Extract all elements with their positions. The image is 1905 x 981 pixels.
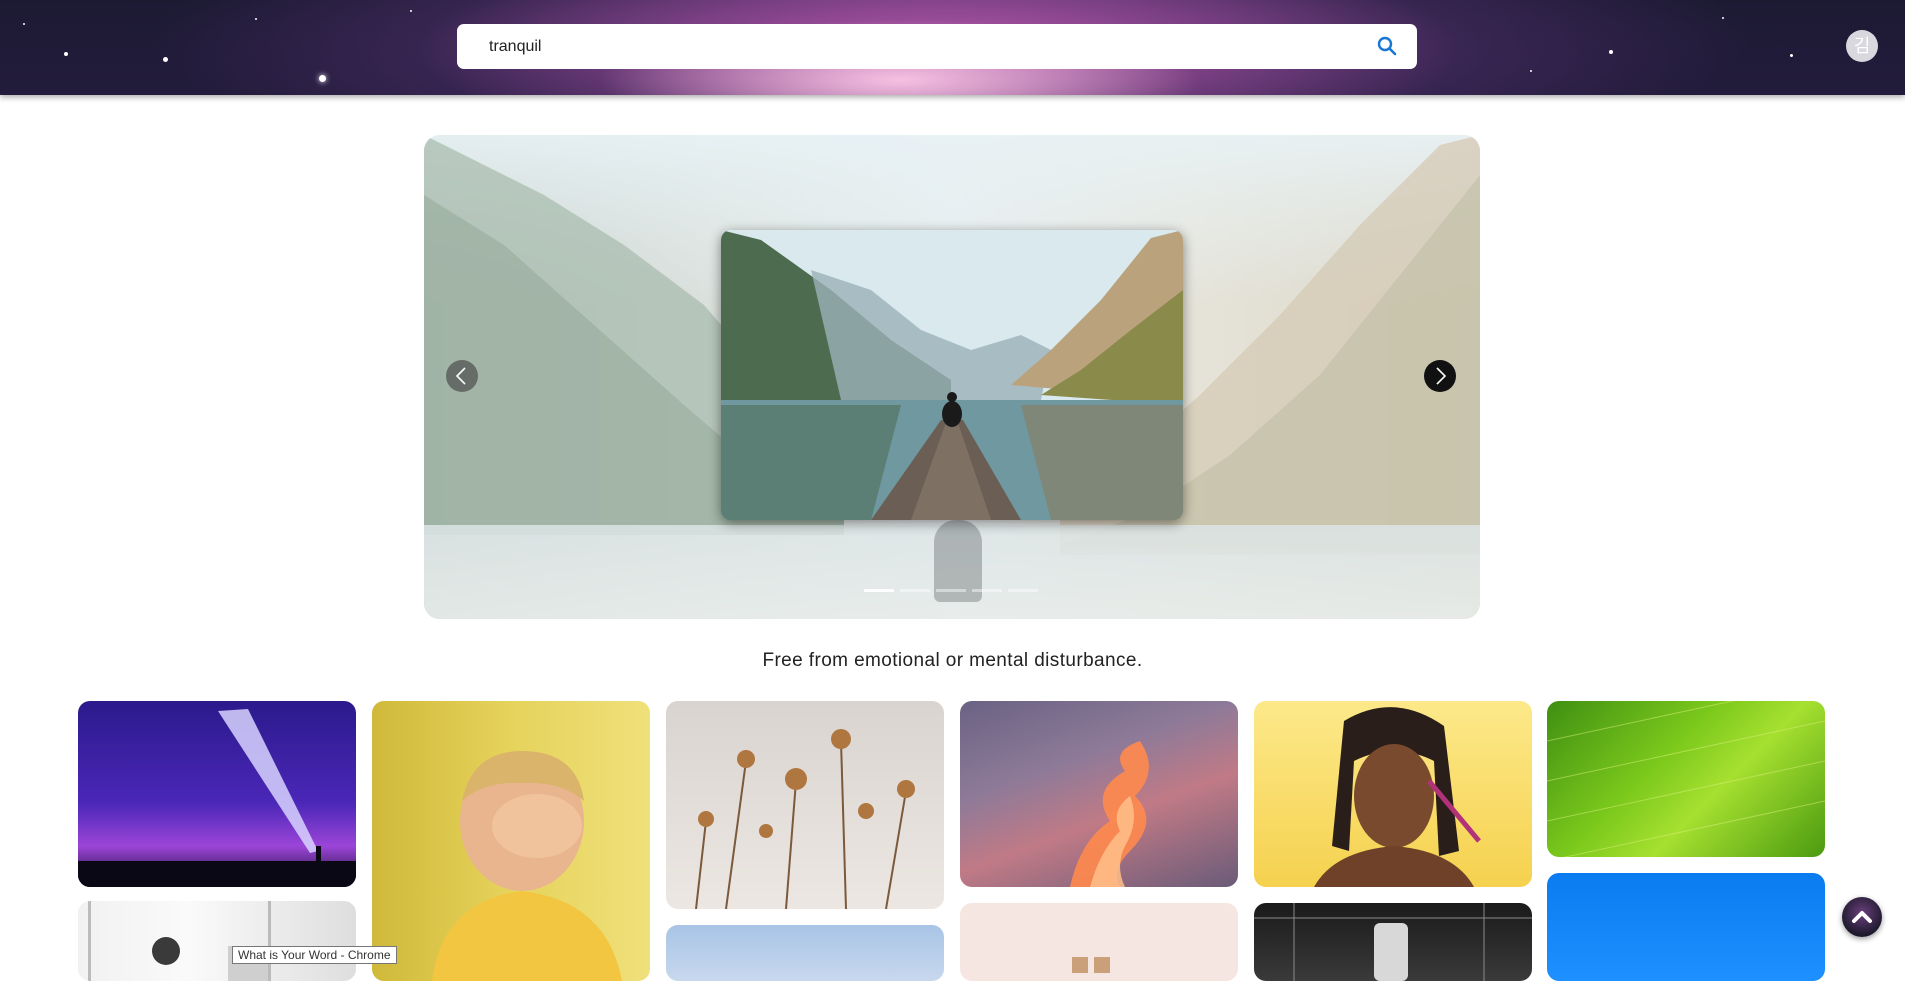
gallery-image-dried-flowers[interactable] [666,701,944,909]
word-definition: Free from emotional or mental disturbanc… [762,650,1143,671]
gallery-image-comet-night-sky[interactable] [78,701,356,887]
carousel-slide-lake-dock[interactable] [721,230,1183,520]
gallery-image-green-leaf[interactable] [1547,701,1825,857]
browser-tooltip: What is Your Word - Chrome [232,946,397,964]
chevron-right-icon [1436,367,1447,385]
user-avatar[interactable]: 김 [1846,30,1878,62]
blocks-image [1072,957,1110,973]
carousel-indicator[interactable] [864,589,894,592]
star-decoration [255,18,257,20]
comet-image [78,709,356,887]
search-icon[interactable] [1375,34,1399,58]
header-bar: 김 [0,0,1905,95]
search-bar [457,24,1417,69]
star-decoration [410,10,412,12]
star-decoration [1722,17,1724,19]
search-input[interactable] [489,24,1329,69]
carousel-indicators [864,589,1044,593]
carousel-next-button[interactable] [1424,360,1456,392]
carousel-indicator[interactable] [936,589,966,592]
carousel-indicator[interactable] [900,589,930,592]
clouds-image [1070,741,1149,887]
carousel-indicator[interactable] [1008,589,1038,592]
lake-dock-image [721,230,1183,520]
star-decoration [1790,54,1793,57]
star-decoration [319,75,326,82]
gallery-image-boxing-gym[interactable] [1254,903,1532,981]
gallery-image-blue-sky-pastel[interactable] [666,925,944,981]
gallery-image-woman-makeup-yellow[interactable] [1254,701,1532,887]
star-decoration [1609,50,1613,54]
gallery-image-sunset-clouds[interactable] [960,701,1238,887]
carousel-indicator[interactable] [972,589,1002,592]
star-decoration [1530,70,1532,72]
gallery-image-child-covering-eyes[interactable] [372,701,650,981]
gym-image [1254,903,1532,981]
star-decoration [163,57,168,62]
gallery-image-blue-gradient[interactable] [1547,873,1825,981]
flowers-image [695,729,915,909]
arrow-up-icon [1852,911,1872,923]
star-decoration [64,52,68,56]
office-image [88,901,271,981]
portrait-image [1314,707,1481,887]
scroll-to-top-button[interactable] [1842,897,1882,937]
image-carousel [424,135,1480,619]
star-decoration [23,23,25,25]
gallery-image-pink-blocks[interactable] [960,903,1238,981]
chevron-left-icon [455,367,466,385]
leaf-image [1547,701,1825,857]
carousel-prev-button[interactable] [446,360,478,392]
gallery-image-office-room[interactable] [78,901,356,981]
child-image [432,751,622,981]
